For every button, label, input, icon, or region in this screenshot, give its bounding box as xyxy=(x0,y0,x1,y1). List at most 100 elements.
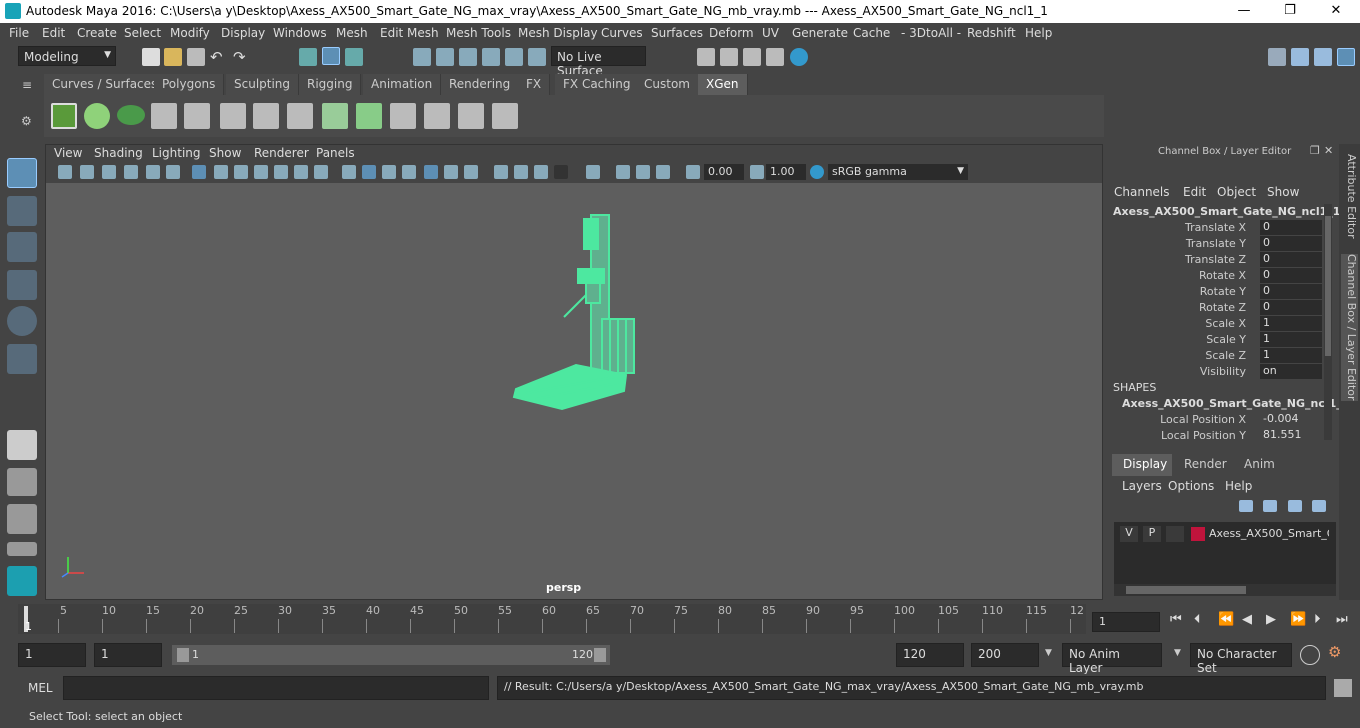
film-gate-icon[interactable] xyxy=(214,165,228,179)
resolution-gate-icon[interactable] xyxy=(234,165,248,179)
place-guide-icon[interactable] xyxy=(184,103,210,129)
channel-rotate-y[interactable]: Rotate Y0 xyxy=(1106,284,1322,300)
move-tool-icon[interactable] xyxy=(7,270,37,300)
menu-edit-mesh[interactable]: Edit Mesh xyxy=(380,26,439,40)
camera-select-icon[interactable] xyxy=(58,165,72,179)
step-back-key-icon[interactable]: ⏪ xyxy=(1218,612,1234,627)
play-backwards-icon[interactable]: ◀ xyxy=(1242,612,1252,627)
use-all-lights-icon[interactable] xyxy=(444,165,458,179)
field-chart-icon[interactable] xyxy=(274,165,288,179)
channel-scale-z[interactable]: Scale Z1 xyxy=(1106,348,1322,364)
layer-menu-options[interactable]: Options xyxy=(1168,479,1214,493)
range-slider-end-handle[interactable] xyxy=(594,648,606,662)
restore-button[interactable]: ❐ xyxy=(1267,0,1313,23)
anim-layer-selector[interactable]: No Anim Layer xyxy=(1062,643,1162,675)
vp-menu-show[interactable]: Show xyxy=(209,146,241,160)
single-perspective-layout-icon[interactable] xyxy=(7,430,37,460)
close-button[interactable]: ✕ xyxy=(1313,0,1359,23)
channel-rotate-z[interactable]: Rotate Z0 xyxy=(1106,300,1322,316)
menu-cache[interactable]: Cache xyxy=(853,26,890,40)
motion-blur-icon[interactable] xyxy=(514,165,528,179)
menu-mesh[interactable]: Mesh xyxy=(336,26,368,40)
image-plane-icon[interactable] xyxy=(124,165,138,179)
2d-pan-zoom-icon[interactable] xyxy=(146,165,160,179)
channel-local-position-y[interactable]: Local Position Y 81.551 xyxy=(1106,428,1322,444)
bookmark-icon[interactable] xyxy=(102,165,116,179)
workspace-icon[interactable] xyxy=(1268,48,1286,66)
rebuild-guide-icon[interactable] xyxy=(253,103,279,129)
depth-of-field-icon[interactable] xyxy=(554,165,568,179)
menu-edit[interactable]: Edit xyxy=(42,26,65,40)
script-editor-icon[interactable] xyxy=(1334,679,1352,697)
paint-select-tool-icon[interactable] xyxy=(7,232,37,262)
menu-display[interactable]: Display xyxy=(221,26,265,40)
current-frame-field[interactable]: 1 xyxy=(1092,612,1160,632)
exposure-field[interactable]: 0.00 xyxy=(704,164,744,180)
tab-xgen[interactable]: XGen xyxy=(698,74,748,95)
layer-h-scrollbar[interactable] xyxy=(1114,584,1336,596)
menu-windows[interactable]: Windows xyxy=(273,26,327,40)
layer-display-type-toggle[interactable] xyxy=(1166,526,1184,542)
animation-preferences-icon[interactable]: ⚙ xyxy=(1328,643,1341,661)
tab-curves-surfaces[interactable]: Curves / Surfaces xyxy=(44,74,167,95)
step-forward-frame-icon[interactable]: ⏵ xyxy=(1314,612,1321,627)
channel-box-toggle-icon[interactable] xyxy=(1337,48,1355,66)
isolate-select-icon[interactable] xyxy=(586,165,600,179)
color-space-selector[interactable]: sRGB gamma ▼ xyxy=(828,164,968,180)
outliner-layout-icon[interactable] xyxy=(7,504,37,534)
shadows-icon[interactable] xyxy=(464,165,478,179)
vp-menu-view[interactable]: View xyxy=(54,146,82,160)
mode-selector[interactable]: Modeling ▼ xyxy=(18,46,116,66)
screen-space-ao-icon[interactable] xyxy=(494,165,508,179)
menu-select[interactable]: Select xyxy=(124,26,161,40)
chevron-down-icon[interactable]: ▼ xyxy=(1174,648,1181,658)
step-back-frame-icon[interactable]: ⏴ xyxy=(1194,612,1201,627)
snap-surface-icon[interactable] xyxy=(505,48,523,66)
channel-visibility[interactable]: Visibility on xyxy=(1106,364,1322,380)
channel-local-position-x[interactable]: Local Position X -0.004 xyxy=(1106,412,1322,428)
cb-menu-edit[interactable]: Edit xyxy=(1183,185,1206,199)
layer-menu-help[interactable]: Help xyxy=(1225,479,1252,493)
convert-interactive-icon[interactable] xyxy=(356,103,382,129)
save-scene-icon[interactable] xyxy=(187,48,205,66)
attribute-editor-toggle-icon[interactable] xyxy=(1314,48,1332,66)
create-description-icon[interactable] xyxy=(117,105,145,125)
render-view-icon[interactable] xyxy=(766,48,784,66)
cb-scrollbar[interactable] xyxy=(1324,204,1332,440)
tab-polygons[interactable]: Polygons xyxy=(154,74,225,95)
layer-color-swatch[interactable] xyxy=(1191,527,1205,541)
tab-custom[interactable]: Custom xyxy=(636,74,699,95)
menu-curves[interactable]: Curves xyxy=(601,26,643,40)
menu-file[interactable]: File xyxy=(9,26,29,40)
delete-guide-icon[interactable] xyxy=(492,103,518,129)
menu-modify[interactable]: Modify xyxy=(170,26,210,40)
time-slider[interactable]: 5 10 15 20 25 30 35 40 45 50 55 60 65 70… xyxy=(18,604,1086,634)
wireframe-icon[interactable] xyxy=(342,165,356,179)
channel-scale-y[interactable]: Scale Y1 xyxy=(1106,332,1322,348)
select-hierarchy-icon[interactable] xyxy=(299,48,317,66)
go-to-start-icon[interactable]: ⏮ xyxy=(1170,612,1182,627)
xgen-preview-icon[interactable] xyxy=(84,103,110,129)
select-object-icon[interactable] xyxy=(322,47,340,65)
groom-brush-icon[interactable] xyxy=(390,103,416,129)
range-slider[interactable]: 1 120 xyxy=(172,645,610,665)
minimize-button[interactable]: — xyxy=(1221,0,1267,23)
shape-name[interactable]: Axess_AX500_Smart_Gate_NG_ncl1_... xyxy=(1122,397,1354,410)
smooth-shade-icon[interactable] xyxy=(362,165,376,179)
menu-redshift[interactable]: Redshift xyxy=(967,26,1016,40)
wireframe-on-shaded-icon[interactable] xyxy=(402,165,416,179)
go-to-end-icon[interactable]: ⏭ xyxy=(1336,612,1348,627)
sculpt-guide-icon[interactable] xyxy=(220,103,246,129)
vp-menu-renderer[interactable]: Renderer xyxy=(254,146,309,160)
tab-render-layers[interactable]: Render xyxy=(1184,457,1227,471)
gamma-field[interactable]: 1.00 xyxy=(766,164,806,180)
xray-icon[interactable] xyxy=(616,165,630,179)
select-tool-icon[interactable] xyxy=(7,158,37,188)
cb-menu-show[interactable]: Show xyxy=(1267,185,1299,199)
color-management-icon[interactable] xyxy=(810,165,824,179)
camera-attributes-icon[interactable] xyxy=(80,165,94,179)
tab-anim-layers[interactable]: Anim xyxy=(1244,457,1275,471)
add-guide-icon[interactable] xyxy=(151,103,177,129)
lasso-tool-icon[interactable] xyxy=(7,196,37,226)
guide-visibility-icon[interactable] xyxy=(287,103,313,129)
